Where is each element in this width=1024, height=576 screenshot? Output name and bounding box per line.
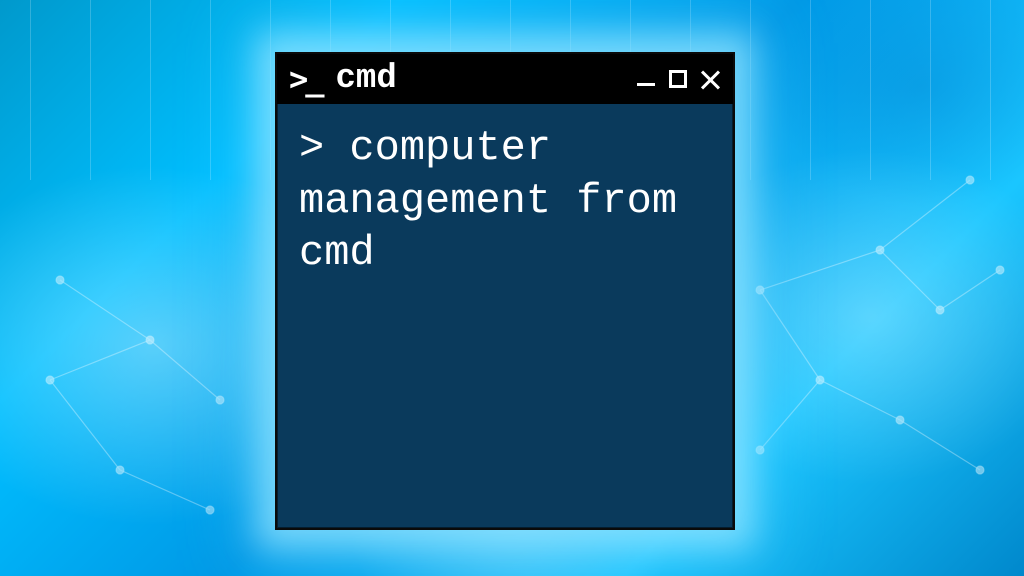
terminal-prompt-char: >: [299, 124, 349, 172]
window-controls: [635, 68, 721, 90]
titlebar[interactable]: >_ cmd: [277, 54, 733, 104]
minimize-icon: [637, 83, 655, 86]
maximize-button[interactable]: [667, 68, 689, 90]
close-button[interactable]: [699, 68, 721, 90]
terminal-body[interactable]: > computer management from cmd: [277, 104, 733, 298]
terminal-command-text: computer management from cmd: [299, 124, 677, 277]
terminal-prompt-icon: >_: [289, 60, 322, 98]
close-icon: [700, 69, 720, 89]
terminal-window: >_ cmd > computer management from cmd: [275, 52, 735, 530]
minimize-button[interactable]: [635, 68, 657, 90]
maximize-icon: [669, 70, 687, 88]
window-title: cmd: [336, 60, 635, 98]
